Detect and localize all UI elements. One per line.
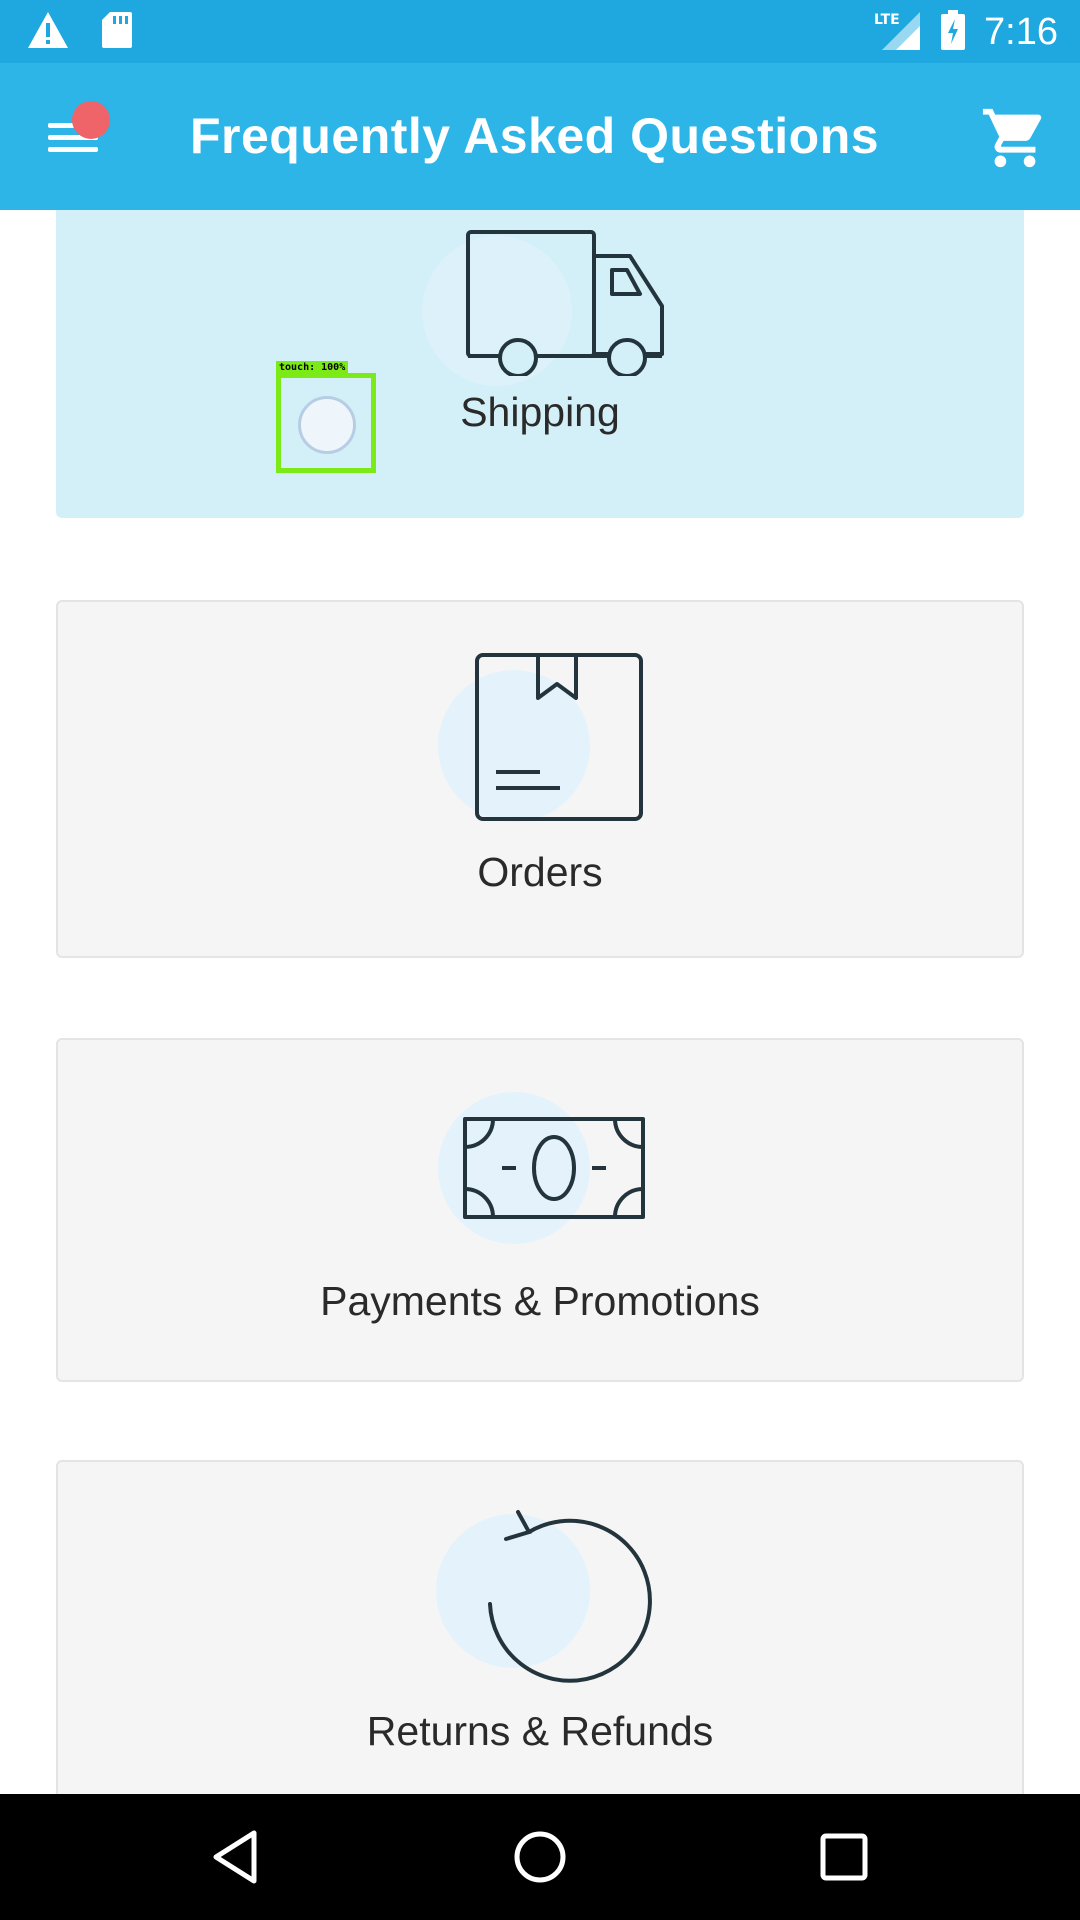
cart-button[interactable] [980, 103, 1050, 173]
category-label-shipping: Shipping [460, 389, 620, 435]
category-card-shipping[interactable]: Shipping [56, 210, 1024, 518]
svg-text:LTE: LTE [874, 12, 900, 28]
recents-icon [820, 1833, 868, 1881]
clock: 7:16 [984, 11, 1058, 53]
home-button[interactable] [510, 1827, 570, 1887]
category-label-returns: Returns & Refunds [366, 1708, 714, 1754]
category-label-payments: Payments & Promotions [320, 1278, 760, 1324]
battery-charging-icon [940, 10, 966, 55]
touch-point [298, 396, 356, 454]
package-box-icon [475, 653, 643, 821]
category-card-returns[interactable]: Returns & Refunds [56, 1460, 1024, 1794]
warning-icon [26, 10, 70, 55]
shopping-cart-icon [982, 108, 1042, 168]
category-card-orders[interactable]: Orders [56, 600, 1024, 958]
sd-card-icon [100, 10, 134, 55]
page-title: Frequently Asked Questions [190, 108, 880, 164]
notification-dot [72, 101, 110, 139]
app-bar: Frequently Asked Questions [0, 63, 1080, 210]
banknote-icon [463, 1117, 645, 1219]
back-icon [213, 1830, 257, 1884]
refresh-arrow-icon [488, 1510, 652, 1683]
status-bar: LTE 7:16 [0, 0, 1080, 63]
faq-category-list: Shipping Orders Payments & Promotions Re… [0, 210, 1080, 1794]
home-icon [514, 1831, 566, 1883]
system-nav-bar [0, 1794, 1080, 1920]
truck-icon [466, 230, 664, 376]
back-button[interactable] [206, 1827, 266, 1887]
category-card-payments[interactable]: Payments & Promotions [56, 1038, 1024, 1382]
category-label-orders: Orders [477, 849, 603, 895]
recents-button[interactable] [814, 1827, 874, 1887]
lte-signal-icon: LTE [874, 8, 922, 57]
